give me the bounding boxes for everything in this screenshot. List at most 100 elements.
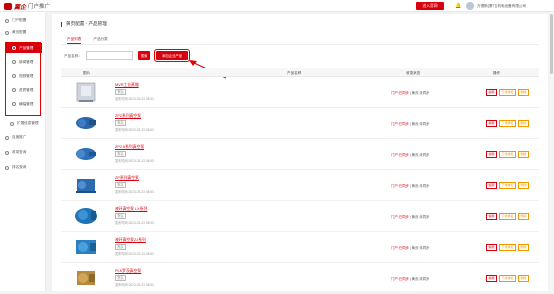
yellowpage-status: | 黄页:未同步 <box>409 91 430 95</box>
rank-button[interactable]: 下线排名 <box>499 89 517 96</box>
logo: 翼企 门户推广 <box>4 2 50 11</box>
product-tag: 默认 <box>115 244 127 250</box>
product-tag: 默认 <box>115 213 127 219</box>
scrollbar[interactable] <box>549 12 554 291</box>
rank-icon <box>5 165 9 170</box>
row-actions: 编辑 下线排名 删除 <box>486 89 530 96</box>
product-status: 门户:已同步 | 黄页:未同步 <box>391 183 430 188</box>
sidebar-item-extend[interactable]: 扩展信息管理 <box>0 119 46 128</box>
table-row: 液环真空泵ZJ系列 默认 发布时间:2023-03-23 08:53 门户:已同步 |… <box>61 232 539 263</box>
col-ops: 操作 <box>493 70 501 75</box>
product-thumbnail[interactable] <box>73 235 99 259</box>
main-panel: 黄页配置 - 产品管理 产品列表 产品分类 产品名称： 搜索 添加企业产品 图片… <box>52 14 548 294</box>
product-thumbnail[interactable] <box>73 80 99 104</box>
sidebar-item-label: 扩展信息管理 <box>17 121 39 125</box>
row-actions: 编辑 下线排名 删除 <box>486 244 530 251</box>
index-icon <box>5 150 9 155</box>
rank-button[interactable]: 下线排名 <box>499 182 517 189</box>
delete-button[interactable]: 删除 <box>518 213 530 220</box>
col-image: 图片 <box>83 70 91 75</box>
rank-button[interactable]: 下线排名 <box>499 244 517 251</box>
product-name-link[interactable]: ZP2.5系列真空泵 <box>115 145 144 150</box>
product-status: 门户:已同步 | 黄页:未同步 <box>391 90 430 95</box>
yellowpage-status: | 黄页:未同步 <box>409 153 430 157</box>
product-name-link[interactable]: ZP2系列真空泵 <box>115 114 141 119</box>
product-thumbnail[interactable] <box>73 266 99 290</box>
rank-button[interactable]: 下线排名 <box>499 213 517 220</box>
sidebar-item-portal[interactable]: 门户配置 <box>0 16 46 25</box>
product-thumbnail[interactable] <box>73 173 99 197</box>
product-thumbnail[interactable] <box>73 204 99 228</box>
yellowpage-icon <box>5 30 9 35</box>
product-time: 发布时间:2023-03-23 08:53 <box>115 221 154 225</box>
rank-button[interactable]: 下线排名 <box>499 275 517 282</box>
sidebar-item-label: 收录查询 <box>12 150 27 154</box>
top-bar: 翼企 门户推广 进入官网 🔔 万德斯(厦门)机电设备有限公司 <box>0 0 554 12</box>
company-name[interactable]: 万德斯(厦门)机电设备有限公司 <box>477 4 526 9</box>
edit-button[interactable]: 编辑 <box>486 89 498 96</box>
portal-status: 门户:已同步 <box>391 277 409 281</box>
yellowpage-status: | 黄页:未同步 <box>409 122 430 126</box>
yellowpage-status: | 黄页:未同步 <box>409 246 430 250</box>
row-actions: 编辑 下线排名 删除 <box>486 213 530 220</box>
sidebar-item-yellowpage[interactable]: 黄页配置 <box>0 28 46 37</box>
portal-status: 门户:已同步 <box>391 246 409 250</box>
avatar[interactable] <box>466 2 474 10</box>
edit-button[interactable]: 编辑 <box>486 151 498 158</box>
col-name: 产品名称 <box>287 70 302 75</box>
product-tag: 默认 <box>115 120 127 126</box>
rank-button[interactable]: 下线排名 <box>499 120 517 127</box>
bell-icon[interactable]: 🔔 <box>455 3 461 9</box>
portal-icon <box>5 18 9 23</box>
edit-button[interactable]: 编辑 <box>486 244 498 251</box>
portal-status: 门户:已同步 <box>391 215 409 219</box>
rank-button[interactable]: 下线排名 <box>499 151 517 158</box>
scrollbar-thumb[interactable] <box>550 14 553 74</box>
product-time: 发布时间:2023-03-23 08:53 <box>115 97 154 101</box>
sidebar-item-rank[interactable]: 排名查询 <box>0 163 46 172</box>
product-thumbnail[interactable] <box>73 111 99 135</box>
yellowpage-status: | 黄页:未同步 <box>409 277 430 281</box>
delete-button[interactable]: 删除 <box>518 120 530 127</box>
delete-button[interactable]: 删除 <box>518 275 530 282</box>
edit-button[interactable]: 编辑 <box>486 182 498 189</box>
product-tag: 默认 <box>115 151 127 157</box>
table-row: MVR工业蒸馏 默认 发布时间:2023-03-23 08:53 门户:已同步 | 黄… <box>61 77 539 108</box>
product-status: 门户:已同步 | 黄页:未同步 <box>391 245 430 250</box>
sidebar-item-label: 百度推广 <box>12 135 27 139</box>
enter-site-button[interactable]: 进入官网 <box>416 2 444 10</box>
product-status: 门户:已同步 | 黄页:未同步 <box>391 121 430 126</box>
product-time: 发布时间:2023-03-23 08:53 <box>115 190 154 194</box>
product-name-link[interactable]: 液环真空泵 LX系列 <box>115 207 147 212</box>
product-name-link[interactable]: 液环真空泵ZJ系列 <box>115 238 146 243</box>
product-status: 门户:已同步 | 黄页:未同步 <box>391 276 430 281</box>
portal-status: 门户:已同步 <box>391 153 409 157</box>
sidebar-item-baidu[interactable]: 百度推广 <box>0 133 46 142</box>
row-actions: 编辑 下线排名 删除 <box>486 151 530 158</box>
delete-button[interactable]: 删除 <box>518 89 530 96</box>
edit-button[interactable]: 编辑 <box>486 275 498 282</box>
portal-status: 门户:已同步 <box>391 184 409 188</box>
product-name-link[interactable]: ZP系列真空泵 <box>115 176 139 181</box>
sidebar-item-label: 排名查询 <box>12 165 27 169</box>
product-name-link[interactable]: MVR工业蒸馏 <box>115 83 139 88</box>
sidebar-item-label: 黄页配置 <box>12 30 27 34</box>
portal-status: 门户:已同步 <box>391 122 409 126</box>
edit-button[interactable]: 编辑 <box>486 213 498 220</box>
sidebar-item-label: 门户配置 <box>12 18 27 22</box>
table-row: PLK罗茨真空泵 默认 发布时间:2023-03-23 08:53 门户:已同步 | … <box>61 263 539 294</box>
delete-button[interactable]: 删除 <box>518 244 530 251</box>
product-tag: 默认 <box>115 182 127 188</box>
delete-button[interactable]: 删除 <box>518 182 530 189</box>
logo-icon <box>4 2 12 10</box>
edit-button[interactable]: 编辑 <box>486 120 498 127</box>
baidu-icon <box>5 135 9 140</box>
highlight-box <box>5 42 41 116</box>
product-time: 发布时间:2023-03-23 08:53 <box>115 128 154 132</box>
table-row: ZP2.5系列真空泵 默认 发布时间:2023-03-23 08:53 门户:已同步 … <box>61 139 539 170</box>
product-thumbnail[interactable] <box>73 142 99 166</box>
product-time: 发布时间:2023-03-23 08:53 <box>115 159 154 163</box>
sidebar-item-index[interactable]: 收录查询 <box>0 148 46 157</box>
delete-button[interactable]: 删除 <box>518 151 530 158</box>
product-name-link[interactable]: PLK罗茨真空泵 <box>115 269 141 274</box>
